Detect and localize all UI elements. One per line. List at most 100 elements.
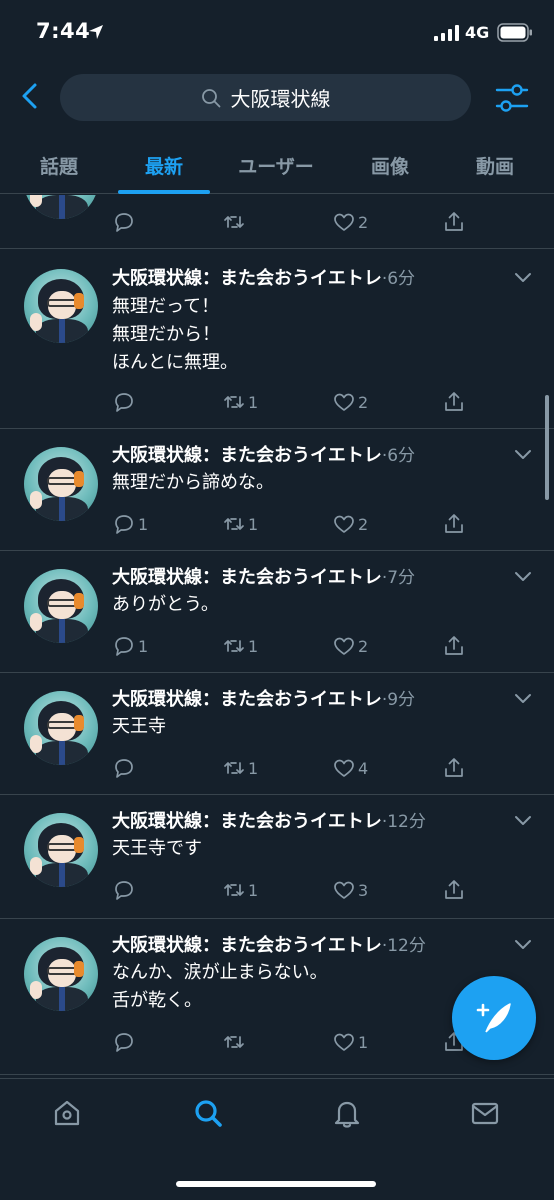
tweet-header: 大阪環状線：また会おうイエトレ·6分 bbox=[112, 441, 512, 469]
network-label: 4G bbox=[465, 23, 490, 42]
retweet-icon bbox=[224, 762, 244, 774]
reply-button[interactable]: 1 bbox=[112, 511, 148, 537]
tweet-timeline[interactable]: 2 大阪環状線：また会おうイエトレ·6分 無理だって！ 無理だから！ ほんとに無… bbox=[0, 195, 554, 1075]
filter-sliders-icon[interactable] bbox=[494, 80, 530, 116]
tweet-author-name[interactable]: 大阪環状線：また会おうイエトレ bbox=[112, 689, 382, 710]
like-button[interactable]: 4 bbox=[332, 755, 368, 781]
avatar[interactable] bbox=[24, 691, 98, 765]
like-button[interactable]: 2 bbox=[332, 209, 368, 235]
tweet-item[interactable]: 大阪環状線：また会おうイエトレ·6分 無理だから諦めな。 1 1 2 bbox=[0, 429, 554, 551]
reply-button[interactable]: 1 bbox=[112, 633, 148, 659]
reply-button[interactable] bbox=[112, 389, 138, 415]
share-button[interactable] bbox=[442, 755, 466, 781]
share-button[interactable] bbox=[442, 389, 466, 415]
tweet-item[interactable]: 大阪環状線：また会おうイエトレ·6分 無理だって！ 無理だから！ ほんとに無理。… bbox=[0, 249, 554, 429]
retweet-button[interactable]: 1 bbox=[222, 877, 258, 903]
tweet-item[interactable]: 大阪環状線：また会おうイエトレ·7分 ありがとう。 1 1 2 bbox=[0, 551, 554, 673]
tweet-text: 天王寺です bbox=[112, 838, 202, 859]
tab-top[interactable]: 話題 bbox=[10, 136, 108, 194]
reply-count: 1 bbox=[138, 514, 149, 534]
tweet-item[interactable]: 大阪環状線：また会おうイエトレ·9分 天王寺 1 4 bbox=[0, 673, 554, 795]
status-time: 7:44 bbox=[36, 19, 91, 43]
chevron-down-icon[interactable] bbox=[514, 571, 532, 583]
share-button[interactable] bbox=[442, 877, 466, 903]
tweet-item[interactable]: 2 bbox=[0, 195, 554, 249]
share-icon bbox=[445, 636, 463, 655]
tab-users[interactable]: ユーザー bbox=[220, 136, 332, 194]
tweet-text: 無理だって！ 無理だから！ ほんとに無理。 bbox=[112, 296, 238, 373]
avatar[interactable] bbox=[24, 937, 98, 1011]
tweet-author-name[interactable]: 大阪環状線：また会おうイエトレ bbox=[112, 567, 382, 588]
like-heart-icon bbox=[334, 759, 354, 777]
avatar[interactable] bbox=[24, 269, 98, 343]
retweet-count: 1 bbox=[248, 758, 259, 778]
retweet-button[interactable]: 1 bbox=[222, 633, 258, 659]
like-button[interactable]: 2 bbox=[332, 633, 368, 659]
reply-icon bbox=[115, 881, 133, 900]
retweet-count: 1 bbox=[248, 514, 259, 534]
like-button[interactable]: 1 bbox=[332, 1029, 368, 1055]
retweet-button[interactable]: 1 bbox=[222, 511, 258, 537]
like-button[interactable]: 3 bbox=[332, 877, 368, 903]
home-indicator bbox=[176, 1181, 376, 1187]
back-chevron-icon[interactable] bbox=[14, 78, 46, 114]
share-button[interactable] bbox=[442, 209, 466, 235]
home-icon[interactable] bbox=[51, 1097, 83, 1129]
like-button[interactable]: 2 bbox=[332, 389, 368, 415]
compose-tweet-icon bbox=[476, 1003, 511, 1033]
share-icon bbox=[445, 880, 463, 899]
tweet-timestamp: ·7分 bbox=[381, 568, 416, 588]
bottom-tab-bar bbox=[0, 1078, 554, 1200]
tweet-header: 大阪環状線：また会おうイエトレ·9分 bbox=[112, 685, 512, 713]
active-tab-indicator bbox=[118, 190, 210, 194]
like-count: 2 bbox=[358, 392, 369, 412]
tweet-author-name[interactable]: 大阪環状線：また会おうイエトレ bbox=[112, 268, 382, 289]
tweet-timestamp: ·12分 bbox=[381, 936, 426, 956]
avatar[interactable] bbox=[24, 195, 98, 219]
share-button[interactable] bbox=[442, 633, 466, 659]
messages-envelope-icon[interactable] bbox=[469, 1097, 501, 1129]
reply-icon bbox=[115, 1033, 133, 1052]
tweet-item[interactable]: 大阪環状線：また会おうイエトレ·12分 天王寺です 1 3 bbox=[0, 795, 554, 919]
search-header: 大阪環状線 bbox=[0, 66, 554, 132]
like-button[interactable]: 2 bbox=[332, 511, 368, 537]
tweet-text: 天王寺 bbox=[112, 716, 166, 737]
tab-videos[interactable]: 動画 bbox=[446, 136, 544, 194]
chevron-down-icon[interactable] bbox=[514, 939, 532, 951]
tab-latest[interactable]: 最新 bbox=[118, 136, 210, 194]
compose-tweet-button[interactable] bbox=[452, 976, 536, 1060]
retweet-button[interactable] bbox=[222, 1029, 248, 1055]
search-icon[interactable] bbox=[192, 1097, 224, 1129]
scrollbar[interactable] bbox=[545, 395, 549, 500]
avatar[interactable] bbox=[24, 813, 98, 887]
share-button[interactable] bbox=[442, 511, 466, 537]
tweet-timestamp: ·6分 bbox=[381, 446, 416, 466]
tab-photos[interactable]: 画像 bbox=[340, 136, 440, 194]
retweet-button[interactable] bbox=[222, 209, 248, 235]
tweet-header: 大阪環状線：また会おうイエトレ·6分 bbox=[112, 264, 512, 292]
retweet-count: 1 bbox=[248, 392, 259, 412]
like-count: 2 bbox=[358, 514, 369, 534]
notifications-bell-icon[interactable] bbox=[331, 1097, 363, 1129]
battery-icon bbox=[497, 23, 532, 42]
chevron-down-icon[interactable] bbox=[514, 272, 532, 284]
retweet-count: 1 bbox=[248, 636, 259, 656]
retweet-button[interactable]: 1 bbox=[222, 755, 258, 781]
like-count: 3 bbox=[358, 880, 369, 900]
reply-button[interactable] bbox=[112, 877, 138, 903]
chevron-down-icon[interactable] bbox=[514, 449, 532, 461]
search-input[interactable]: 大阪環状線 bbox=[60, 74, 471, 121]
chevron-down-icon[interactable] bbox=[514, 693, 532, 705]
reply-button[interactable] bbox=[112, 209, 138, 235]
tweet-author-name[interactable]: 大阪環状線：また会おうイエトレ bbox=[112, 445, 382, 466]
tweet-timestamp: ·12分 bbox=[381, 812, 426, 832]
avatar[interactable] bbox=[24, 447, 98, 521]
reply-button[interactable] bbox=[112, 1029, 138, 1055]
tweet-author-name[interactable]: 大阪環状線：また会おうイエトレ bbox=[112, 935, 382, 956]
like-heart-icon bbox=[334, 637, 354, 655]
reply-button[interactable] bbox=[112, 755, 138, 781]
retweet-button[interactable]: 1 bbox=[222, 389, 258, 415]
tweet-author-name[interactable]: 大阪環状線：また会おうイエトレ bbox=[112, 811, 382, 832]
avatar[interactable] bbox=[24, 569, 98, 643]
chevron-down-icon[interactable] bbox=[514, 815, 532, 827]
